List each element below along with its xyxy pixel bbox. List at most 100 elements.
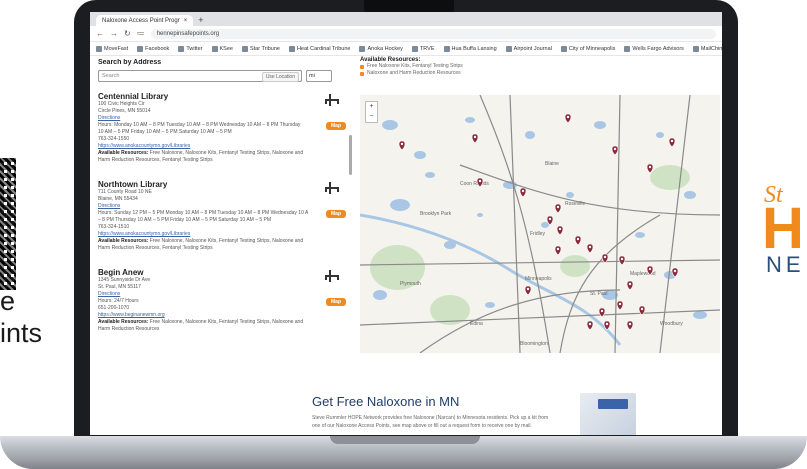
site-info-icon[interactable]: ≔ (137, 29, 145, 38)
location-pin-icon[interactable] (556, 225, 564, 236)
location-pin-icon[interactable] (598, 307, 606, 318)
bookmark-item[interactable]: City of Minneapolis (560, 45, 615, 52)
bookmark-item[interactable]: Anoka Hockey (359, 45, 403, 52)
location-link[interactable]: https://www.anokacountymn.gov/Libraries (98, 143, 308, 150)
pin-dot (588, 245, 592, 249)
location-link[interactable]: https://www.anokacountymn.gov/Libraries (98, 231, 308, 238)
highway (509, 95, 521, 353)
legend-swatch (360, 64, 364, 69)
brand-logo-big: H (762, 196, 804, 261)
bookmark-item[interactable]: Hua Buffa Lansing (443, 45, 497, 52)
bookmark-item[interactable]: Twitter (178, 45, 203, 52)
lake (414, 151, 426, 159)
use-location-button[interactable]: Use Location (261, 72, 299, 82)
address-bar[interactable]: hennepinsafepoints.org (150, 28, 716, 39)
pin-shape (586, 320, 594, 331)
bookmark-item[interactable]: Facebook (137, 45, 170, 52)
zoom-in-button[interactable]: + (366, 102, 377, 112)
pin-dot (640, 307, 644, 311)
forward-icon[interactable]: → (110, 29, 118, 38)
location-detail: 763-324-1510 (98, 224, 130, 230)
location-detail: – 8 PM Thursday 10 AM – 5 PM Friday 10 A… (98, 217, 272, 223)
browser-toolbar: ← → ↻ ≔ hennepinsafepoints.org (90, 26, 722, 42)
reload-icon[interactable]: ↻ (124, 29, 131, 38)
lake (477, 213, 483, 217)
bookmark-item[interactable]: MailChimp Web Rea (692, 45, 722, 52)
map-button[interactable]: Map (326, 210, 346, 218)
close-icon[interactable]: × (184, 18, 188, 24)
location-link[interactable]: Directions (98, 203, 308, 210)
location-pin-icon[interactable] (471, 133, 479, 144)
location-pin-icon[interactable] (554, 203, 562, 214)
pin-dot (628, 322, 632, 326)
location-pin-icon[interactable] (668, 137, 676, 148)
location-link[interactable]: Directions (98, 115, 308, 122)
location-card: Begin Anew 1345 Sunnyside Dr Ave St. Paul,… (98, 268, 350, 338)
location-link[interactable]: https://www.beginanewmn.org (98, 312, 308, 319)
location-pin-icon[interactable] (611, 145, 619, 156)
bookmark-item[interactable]: Airpoint Journal (505, 45, 552, 52)
lake (566, 192, 574, 198)
location-pin-icon[interactable] (524, 285, 532, 296)
pin-dot (521, 189, 525, 193)
location-pin-icon[interactable] (616, 300, 624, 311)
bookmark-favicon-icon (411, 45, 418, 52)
distance-select[interactable]: mi (306, 70, 332, 82)
location-pin-icon[interactable] (519, 187, 527, 198)
pin-shape (586, 243, 594, 254)
map-button[interactable]: Map (326, 298, 346, 306)
bookmark-item[interactable]: Heat Cardinal Tribune (288, 45, 350, 52)
bookmark-label: Twitter (186, 45, 203, 52)
place-label: Brooklyn Park (420, 211, 452, 217)
location-detail: Blaine, MN 55434 (98, 196, 138, 202)
bookmark-label: Facebook (145, 45, 170, 52)
legend-item: Free Naloxone Kits, Fentanyl Testing Str… (360, 63, 720, 70)
pin-dot (673, 269, 677, 273)
map-button[interactable]: Map (326, 122, 346, 130)
zoom-out-button[interactable]: − (366, 112, 377, 122)
new-tab-button[interactable]: + (198, 15, 203, 26)
location-card: Northtown Library 711 County Road 10 NE Bl… (98, 180, 350, 258)
resources-label: Available Resources: (98, 319, 149, 325)
search-input[interactable]: Search Use Location (98, 70, 302, 82)
pin-shape (556, 225, 564, 236)
location-pin-icon[interactable] (586, 320, 594, 331)
location-pin-icon[interactable] (618, 255, 626, 266)
location-pin-icon[interactable] (586, 243, 594, 254)
legend-item: Naloxone and Harm Reduction Resources (360, 70, 720, 77)
list-scrollbar[interactable] (349, 135, 352, 175)
location-pin-icon[interactable] (554, 245, 562, 256)
place-label: Roseville (565, 201, 586, 207)
location-pin-icon[interactable] (646, 163, 654, 174)
location-pin-icon[interactable] (574, 235, 582, 246)
tab-naloxone[interactable]: Naloxone Access Point Progr × (96, 15, 194, 26)
legend-item-label: Naloxone and Harm Reduction Resources (367, 70, 461, 76)
pin-dot (473, 135, 477, 139)
lake (684, 191, 696, 199)
park-area (560, 255, 590, 277)
naloxone-kit-icon (324, 94, 339, 108)
place-label: Bloomington (520, 341, 548, 347)
pin-dot (588, 322, 592, 326)
bookmark-label: MoveFast (104, 45, 129, 52)
location-pin-icon[interactable] (398, 140, 406, 151)
bookmark-item[interactable]: MoveFast (96, 45, 129, 52)
map-view[interactable]: Coon Rapids Blaine Fridley Minneapolis St. P… (360, 95, 720, 353)
location-pin-icon[interactable] (564, 113, 572, 124)
pin-dot (556, 247, 560, 251)
map-canvas[interactable]: Coon Rapids Blaine Fridley Minneapolis St. P… (360, 95, 720, 353)
bookmark-item[interactable]: Wells Fargo Advisors (624, 45, 684, 52)
location-pin-icon[interactable] (626, 280, 634, 291)
location-link[interactable]: Directions (98, 291, 308, 298)
bookmark-item[interactable]: Star Tribune (241, 45, 280, 52)
legend-item-label: Free Naloxone Kits, Fentanyl Testing Str… (367, 63, 463, 69)
back-icon[interactable]: ← (96, 29, 104, 38)
place-label: St. Paul (590, 291, 608, 297)
lake (465, 117, 475, 123)
bookmark-favicon-icon (96, 45, 102, 52)
bookmark-item[interactable]: KSee (211, 45, 233, 52)
location-resources: Available Resources: Free Naloxone, Nalo… (98, 150, 310, 164)
bookmark-item[interactable]: TRVE (411, 45, 435, 52)
location-pin-icon[interactable] (626, 320, 634, 331)
bookmark-favicon-icon (505, 45, 512, 52)
